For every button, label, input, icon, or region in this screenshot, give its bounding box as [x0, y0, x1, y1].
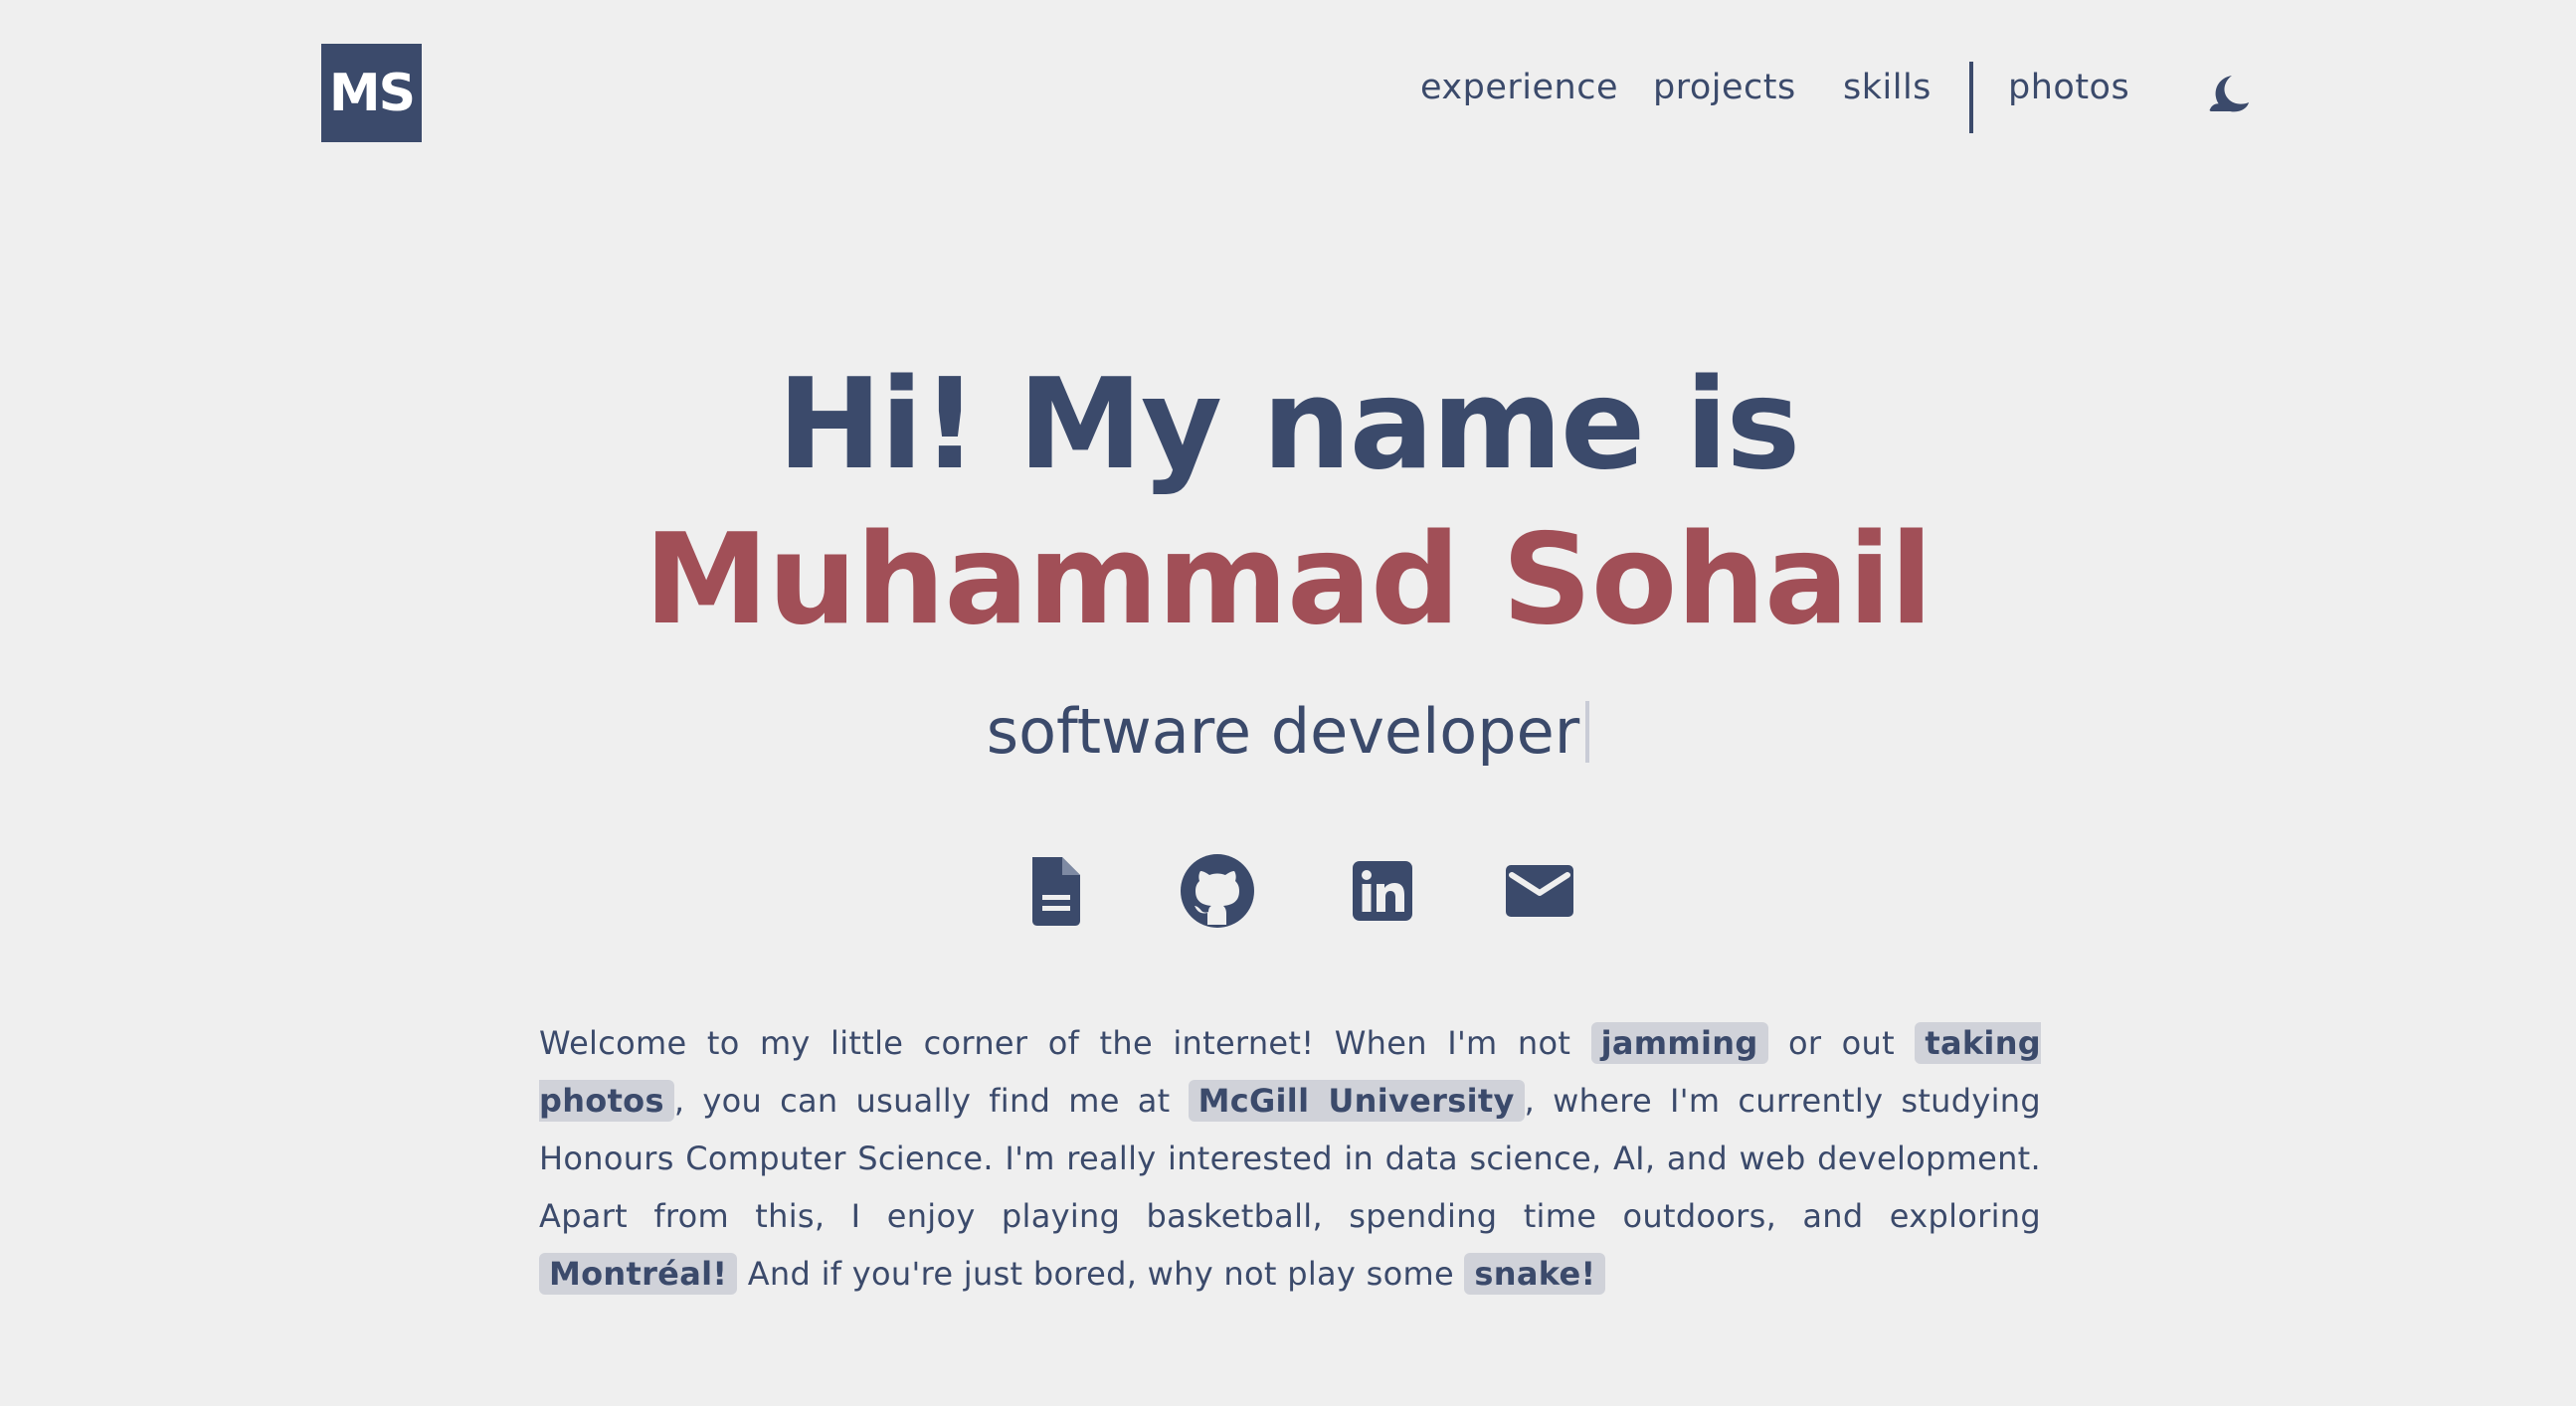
hero-name: Muhammad Sohail: [644, 506, 1933, 652]
email-icon: [1506, 865, 1573, 917]
nav-link-experience[interactable]: experience: [1420, 68, 1618, 107]
theme-toggle-button[interactable]: [2206, 72, 2250, 115]
main-nav: experience projects skills photos: [0, 60, 2576, 139]
intro-text: Welcome to my little corner of the inter…: [539, 1024, 1591, 1062]
nav-link-skills[interactable]: skills: [1843, 68, 1932, 107]
github-link[interactable]: [1178, 851, 1257, 931]
intro-text: And if you're just bored, why not play s…: [737, 1255, 1465, 1293]
mcgill-university-link[interactable]: McGill University: [1188, 1080, 1525, 1122]
github-icon: [1181, 854, 1254, 928]
snake-game-link[interactable]: snake!: [1464, 1253, 1606, 1295]
montreal-link[interactable]: Montréal!: [539, 1253, 738, 1295]
resume-link[interactable]: [1016, 851, 1096, 931]
hero-role: software developer: [0, 692, 2576, 772]
nav-link-photos[interactable]: photos: [2008, 68, 2129, 107]
moon-icon: [2209, 76, 2249, 112]
email-link[interactable]: [1500, 851, 1579, 931]
nav-divider: [1969, 62, 1973, 133]
intro-paragraph: Welcome to my little corner of the inter…: [539, 1014, 2041, 1303]
page: MS experience projects skills photos Hi!…: [0, 0, 2576, 1406]
linkedin-link[interactable]: [1343, 851, 1422, 931]
role-text: software developer: [986, 695, 1580, 768]
nav-link-projects[interactable]: projects: [1653, 68, 1796, 107]
jamming-link[interactable]: jamming: [1590, 1022, 1768, 1064]
linkedin-icon: [1353, 861, 1412, 921]
hero-greeting: Hi! My name is: [777, 351, 1801, 497]
intro-text: , you can usually find me at: [673, 1082, 1189, 1120]
resume-document-icon: [1032, 857, 1080, 926]
intro-text: or out: [1767, 1024, 1916, 1062]
typing-cursor: [1585, 701, 1590, 763]
